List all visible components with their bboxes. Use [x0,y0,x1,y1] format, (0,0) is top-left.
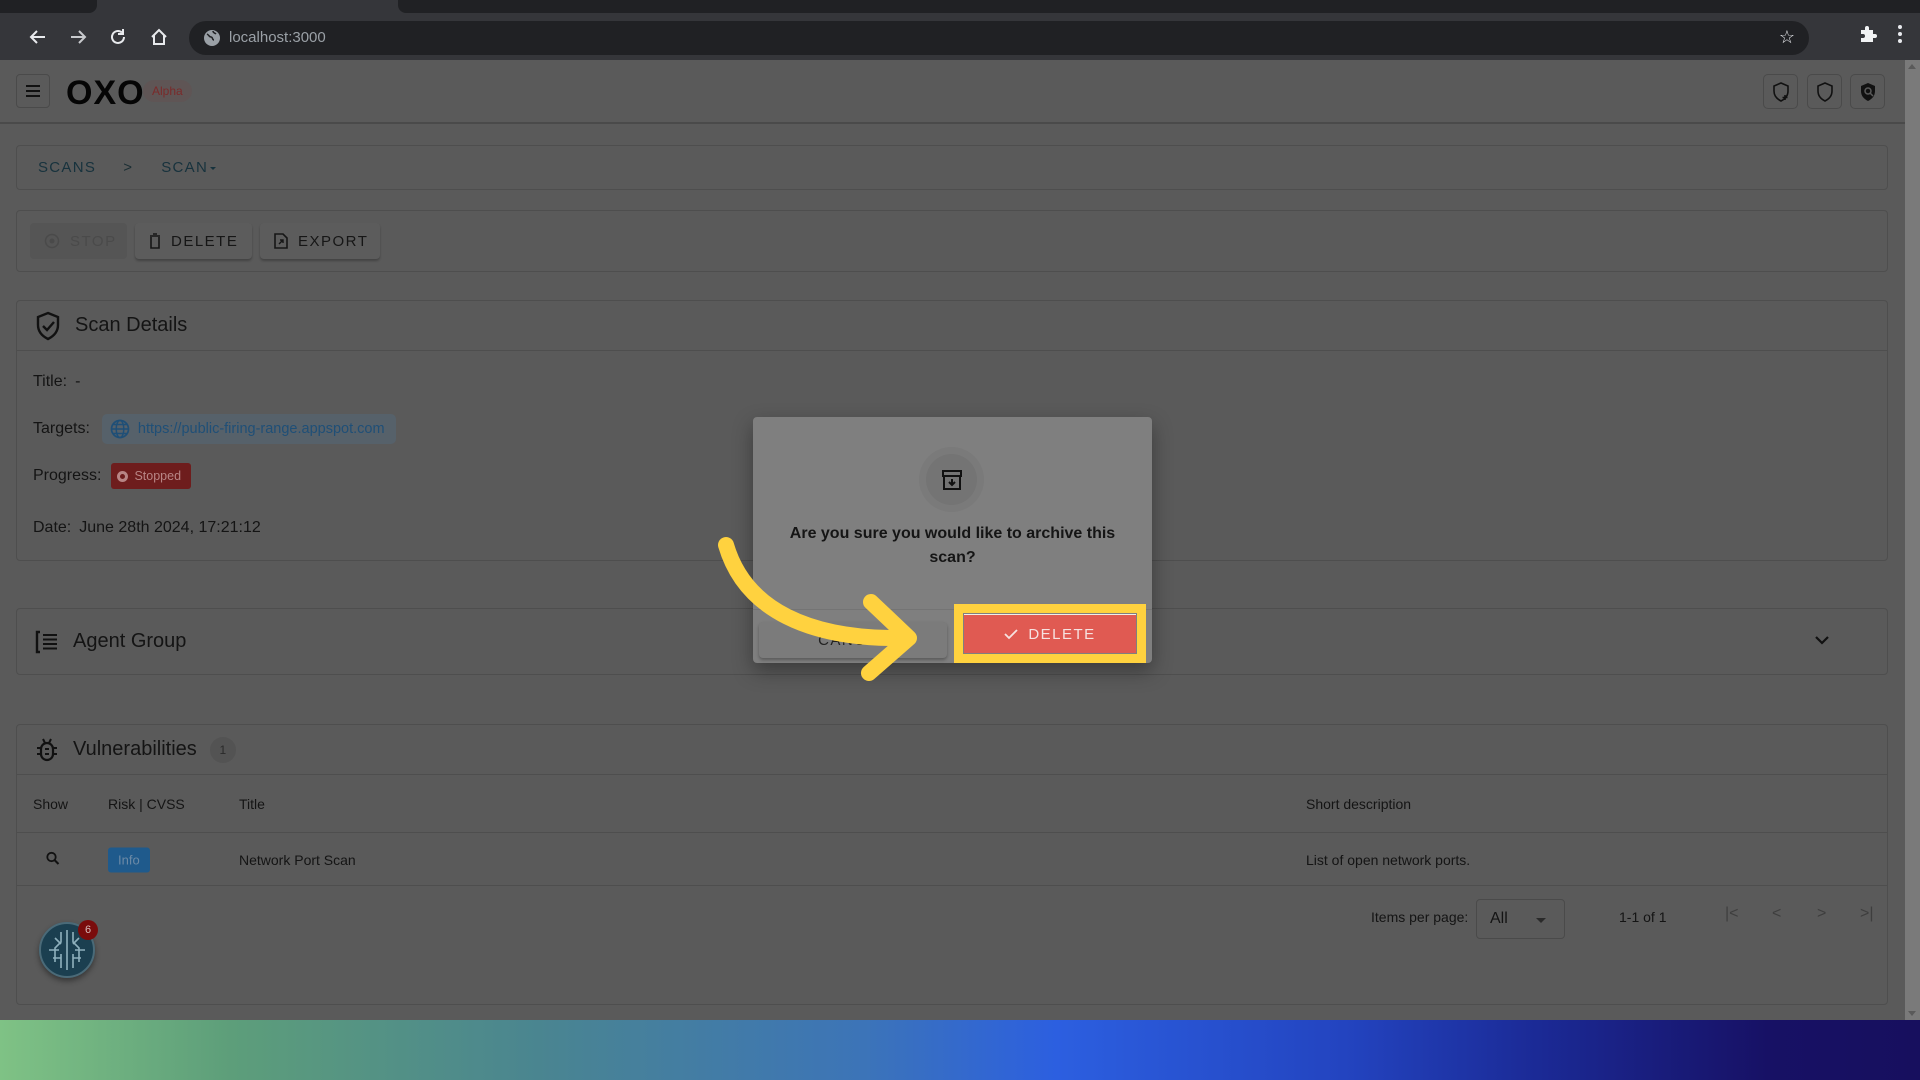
pagination: Items per page: All 1-1 of 1 |< < > >| [17,887,1887,947]
title-label: Title: [33,373,68,390]
table-row[interactable]: Info Network Port Scan List of open netw… [17,834,1887,886]
progress-label: Progress: [33,467,102,484]
export-button[interactable]: EXPORT [260,223,380,259]
stop-label: STOP [70,232,117,250]
dialog-icon-circle [919,447,984,512]
scan-details-header: Scan Details [17,301,1887,351]
vulnerabilities-count-badge: 1 [209,736,236,763]
globe-icon [110,419,130,439]
chevron-down-icon[interactable] [1815,635,1829,645]
browser-tab[interactable] [0,0,97,13]
forward-icon[interactable] [64,23,92,51]
delete-label: DELETE [171,232,239,250]
browser-toolbar: localhost:3000 ☆ [0,13,1920,60]
breadcrumb-scans[interactable]: SCANS [38,159,96,176]
vulnerabilities-header: Vulnerabilities 1 [17,725,1887,775]
home-icon[interactable] [145,23,173,51]
date-label: Date: [33,519,72,536]
scan-actions-toolbar: STOP DELETE EXPORT [16,210,1888,272]
title-value: - [75,373,81,390]
address-bar[interactable]: localhost:3000 ☆ [189,21,1809,55]
app-logo[interactable]: OXO [66,74,145,113]
breadcrumb-scan-label: SCAN [161,159,209,176]
alpha-badge: Alpha [143,80,192,102]
breadcrumb: SCANS > SCAN [16,145,1888,190]
scan-details-title: Scan Details [75,314,188,336]
targets-label: Targets: [33,420,90,437]
vulnerability-title: Network Port Scan [239,851,356,868]
confirm-delete-button[interactable]: DELETE [964,614,1136,653]
items-per-page-label: Items per page: [1371,909,1469,925]
progress-row: Progress: Stopped [33,463,192,489]
column-short-description[interactable]: Short description [1306,796,1411,812]
column-title[interactable]: Title [239,796,265,812]
previous-page-icon[interactable]: < [1772,905,1781,923]
stop-dot-icon [117,470,129,482]
url-text[interactable]: localhost:3000 [229,29,326,46]
vulnerabilities-card: Vulnerabilities 1 Show Risk | CVSS Title… [16,724,1888,1005]
export-label: EXPORT [298,232,369,250]
vulnerability-description: List of open network ports. [1306,851,1471,868]
scroll-up-icon[interactable] [1908,64,1916,69]
stop-circle-icon [44,233,60,249]
cancel-button[interactable]: CANCEL [759,622,947,658]
risk-badge: Info [108,847,150,872]
notification-badge: 6 [78,920,98,940]
trash-icon [150,233,160,249]
extensions-icon[interactable] [1858,23,1880,45]
delete-button[interactable]: DELETE [135,223,252,259]
shield-search-icon[interactable] [1850,74,1885,109]
vulnerabilities-title: Vulnerabilities [73,738,197,760]
file-export-icon [274,233,288,249]
dialog-message: Are you sure you would like to archive t… [789,525,1116,566]
date-row: Date: June 28th 2024, 17:21:12 [33,519,261,537]
browser-tab-strip [0,0,1920,13]
reload-icon[interactable] [104,23,132,51]
back-icon[interactable] [24,23,52,51]
breadcrumb-separator: > [123,159,134,176]
shield-check-icon [36,311,60,340]
scroll-down-icon[interactable] [1908,1011,1916,1016]
desktop-background [0,1020,1920,1080]
date-value: June 28th 2024, 17:21:12 [79,519,261,536]
shield-add-icon[interactable] [1763,74,1798,109]
menu-hamburger-icon[interactable] [16,74,50,108]
archive-icon [941,469,962,490]
items-per-page-select[interactable]: All [1476,899,1565,939]
bug-icon [37,738,57,761]
last-page-icon[interactable]: >| [1860,905,1874,923]
caret-down-icon [1536,918,1546,923]
title-row: Title: - [33,373,80,391]
caret-down-icon [210,166,217,170]
table-header: Show Risk | CVSS Title Short description [17,775,1887,833]
browser-tab-active[interactable] [398,0,1920,13]
search-icon[interactable] [46,851,60,868]
site-info-icon[interactable] [203,29,221,47]
column-show[interactable]: Show [33,796,68,812]
progress-status-badge: Stopped [111,463,192,489]
page-range: 1-1 of 1 [1619,909,1667,925]
bookmark-star-icon[interactable]: ☆ [1779,27,1795,48]
shield-icon[interactable] [1807,74,1842,109]
first-page-icon[interactable]: |< [1725,905,1739,923]
page-scrollbar[interactable] [1905,60,1920,1020]
progress-status-text: Stopped [134,469,182,483]
app-header: OXO Alpha [0,60,1905,124]
items-per-page-value: All [1490,910,1508,927]
breadcrumb-scan[interactable]: SCAN [161,159,217,176]
stop-button[interactable]: STOP [30,223,127,259]
column-risk-cvss[interactable]: Risk | CVSS [108,796,185,812]
list-bracket-icon [35,630,57,653]
menu-kebab-icon[interactable] [1896,23,1904,45]
targets-row: Targets: https://public-firing-range.app… [33,414,396,444]
target-chip[interactable]: https://public-firing-range.appspot.com [101,414,396,444]
next-page-icon[interactable]: > [1817,905,1826,923]
target-url-link[interactable]: https://public-firing-range.appspot.com [138,421,385,437]
check-icon [1004,629,1018,640]
confirm-delete-label: DELETE [1028,625,1096,643]
agent-group-title: Agent Group [73,630,187,652]
